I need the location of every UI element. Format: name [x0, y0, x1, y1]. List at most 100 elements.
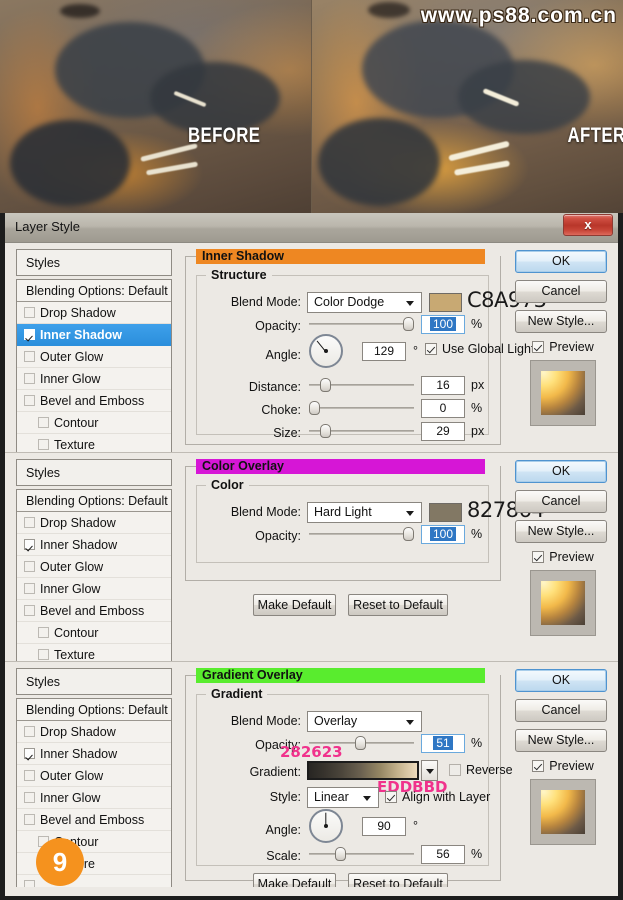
opacity-slider[interactable] — [309, 527, 414, 541]
slider-handle[interactable] — [320, 424, 331, 438]
sidebar-item-outer-glow[interactable]: Outer Glow — [17, 765, 171, 787]
checkbox-icon[interactable] — [425, 343, 437, 355]
sidebar-item-inner-glow[interactable]: Inner Glow — [17, 368, 171, 390]
sidebar-item-bevel-and-emboss[interactable]: Bevel and Emboss — [17, 809, 171, 831]
sidebar-item-blending-options[interactable]: Blending Options: Default — [17, 280, 171, 302]
blend-mode-select[interactable]: Overlay — [307, 711, 422, 732]
cancel-button[interactable]: Cancel — [515, 280, 607, 303]
preview-checkbox[interactable]: Preview — [515, 550, 611, 564]
checkbox-icon[interactable] — [24, 792, 35, 803]
distance-input[interactable]: 16 — [421, 376, 465, 395]
checkbox-icon[interactable] — [24, 770, 35, 781]
new-style-button[interactable]: New Style... — [515, 310, 607, 333]
checkbox-icon[interactable] — [24, 814, 35, 825]
size-slider[interactable] — [309, 424, 414, 438]
checkbox-icon[interactable] — [24, 351, 35, 362]
checkbox-icon[interactable] — [24, 726, 35, 737]
sidebar-item-texture[interactable]: Texture — [17, 644, 171, 661]
sidebar-item-contour[interactable]: Contour — [17, 622, 171, 644]
slider-handle[interactable] — [320, 378, 331, 392]
choke-input[interactable]: 0 — [421, 399, 465, 418]
choke-slider[interactable] — [309, 401, 414, 415]
sidebar-item-inner-glow[interactable]: Inner Glow — [17, 578, 171, 600]
checkbox-icon[interactable] — [24, 880, 35, 887]
shadow-color-swatch[interactable] — [429, 293, 462, 312]
checkbox-icon[interactable] — [532, 551, 545, 563]
overlay-color-swatch[interactable] — [429, 503, 462, 522]
sidebar-item-inner-shadow[interactable]: Inner Shadow — [17, 534, 171, 556]
opacity-input[interactable]: 51 — [421, 734, 465, 753]
size-input[interactable]: 29 — [421, 422, 465, 441]
angle-dial[interactable] — [309, 809, 343, 843]
checkbox-icon[interactable] — [24, 395, 35, 406]
slider-handle[interactable] — [403, 317, 414, 331]
checkbox-icon[interactable] — [532, 341, 545, 353]
scale-slider[interactable] — [309, 847, 414, 861]
dialog-actions: OK Cancel New Style... Preview — [515, 460, 611, 636]
ok-button[interactable]: OK — [515, 460, 607, 483]
angle-input[interactable]: 129 — [362, 342, 406, 361]
sidebar-item-bevel-and-emboss[interactable]: Bevel and Emboss — [17, 600, 171, 622]
checkbox-icon[interactable] — [449, 764, 461, 776]
checkbox-icon[interactable] — [38, 439, 49, 450]
slider-handle[interactable] — [355, 736, 366, 750]
sidebar-item-contour[interactable]: Contour — [17, 412, 171, 434]
sidebar-item-bevel-and-emboss[interactable]: Bevel and Emboss — [17, 390, 171, 412]
sidebar-item-drop-shadow[interactable]: Drop Shadow — [17, 721, 171, 743]
ok-button[interactable]: OK — [515, 250, 607, 273]
sidebar-item-drop-shadow[interactable]: Drop Shadow — [17, 512, 171, 534]
cancel-button[interactable]: Cancel — [515, 490, 607, 513]
blend-mode-select[interactable]: Hard Light — [307, 502, 422, 523]
gradient-style-select[interactable]: Linear — [307, 787, 379, 808]
checkbox-icon[interactable] — [38, 627, 49, 638]
cancel-button[interactable]: Cancel — [515, 699, 607, 722]
checkbox-icon[interactable] — [24, 539, 35, 550]
checkbox-icon[interactable] — [24, 373, 35, 384]
preview-checkbox[interactable]: Preview — [515, 759, 611, 773]
angle-input[interactable]: 90 — [362, 817, 406, 836]
checkbox-icon[interactable] — [385, 791, 397, 803]
make-default-button[interactable]: Make Default — [253, 594, 336, 616]
make-default-button[interactable]: Make Default — [253, 873, 336, 887]
reset-to-default-button[interactable]: Reset to Default — [348, 873, 448, 887]
slider-handle[interactable] — [403, 527, 414, 541]
checkbox-icon[interactable] — [24, 748, 35, 759]
opacity-input[interactable]: 100 — [421, 525, 465, 544]
sidebar-item-blending-options[interactable]: Blending Options: Default — [17, 490, 171, 512]
sidebar-item-inner-shadow[interactable]: Inner Shadow — [17, 743, 171, 765]
ok-button[interactable]: OK — [515, 669, 607, 692]
sidebar-item-inner-shadow[interactable]: Inner Shadow — [17, 324, 171, 346]
checkbox-icon[interactable] — [24, 605, 35, 616]
checkbox-icon[interactable] — [38, 417, 49, 428]
sidebar-item-texture[interactable]: Texture — [17, 434, 171, 452]
opacity-input[interactable]: 100 — [421, 315, 465, 334]
sidebar-item-extra[interactable] — [17, 875, 171, 887]
sidebar-item-outer-glow[interactable]: Outer Glow — [17, 346, 171, 368]
checkbox-icon[interactable] — [24, 329, 35, 340]
scale-input[interactable]: 56 — [421, 845, 465, 864]
new-style-button[interactable]: New Style... — [515, 729, 607, 752]
checkbox-icon[interactable] — [532, 760, 545, 772]
sidebar-item-outer-glow[interactable]: Outer Glow — [17, 556, 171, 578]
before-label: BEFORE — [188, 124, 261, 147]
sidebar-item-drop-shadow[interactable]: Drop Shadow — [17, 302, 171, 324]
new-style-button[interactable]: New Style... — [515, 520, 607, 543]
align-with-layer-checkbox[interactable]: Align with Layer — [385, 790, 490, 804]
angle-dial[interactable] — [309, 334, 343, 368]
sidebar-item-blending-options[interactable]: Blending Options: Default — [17, 699, 171, 721]
slider-handle[interactable] — [335, 847, 346, 861]
checkbox-icon[interactable] — [38, 649, 49, 660]
checkbox-icon[interactable] — [24, 561, 35, 572]
checkbox-icon[interactable] — [24, 307, 35, 318]
sidebar-item-inner-glow[interactable]: Inner Glow — [17, 787, 171, 809]
checkbox-icon[interactable] — [24, 583, 35, 594]
blend-mode-select[interactable]: Color Dodge — [307, 292, 422, 313]
reverse-checkbox[interactable]: Reverse — [449, 763, 513, 777]
checkbox-icon[interactable] — [24, 517, 35, 528]
opacity-slider[interactable] — [309, 317, 414, 331]
slider-handle[interactable] — [309, 401, 320, 415]
distance-slider[interactable] — [309, 378, 414, 392]
close-icon[interactable]: x — [563, 214, 613, 236]
preview-checkbox[interactable]: Preview — [515, 340, 611, 354]
reset-to-default-button[interactable]: Reset to Default — [348, 594, 448, 616]
